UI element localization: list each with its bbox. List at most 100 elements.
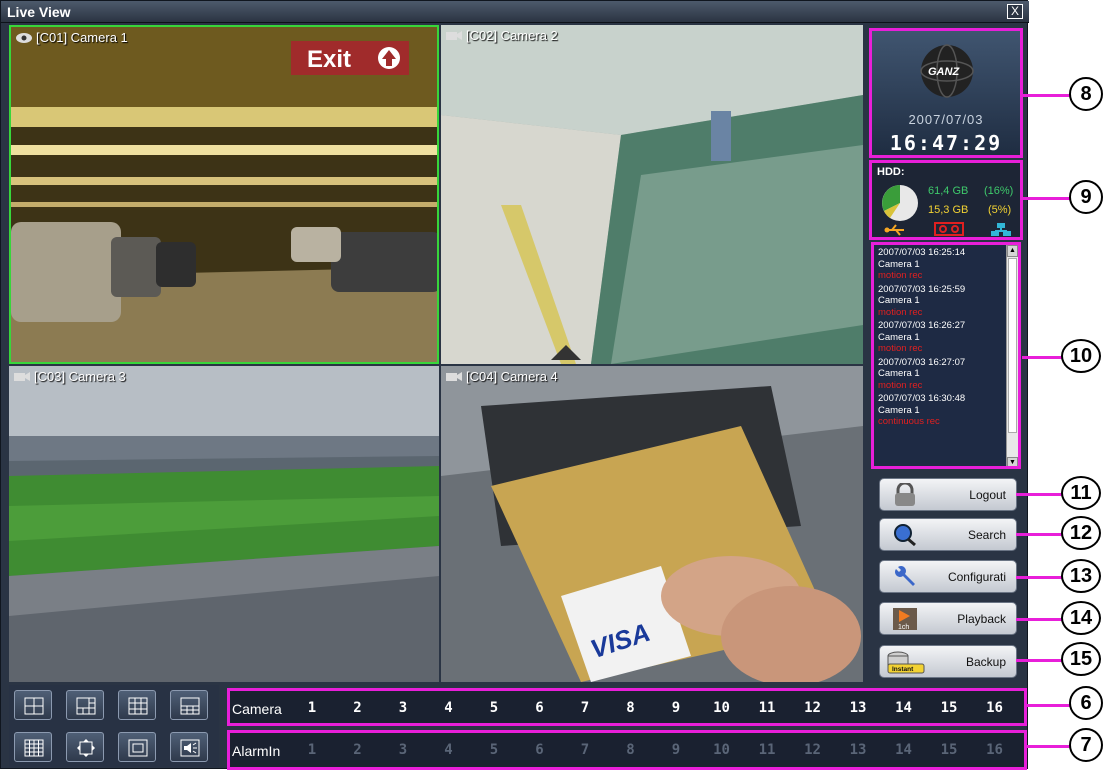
camera-view-1[interactable]: Exit [C01] Camera 1 <box>9 25 439 364</box>
scroll-down-arrow-icon[interactable]: ▼ <box>1007 457 1018 466</box>
camera-channel-15-button[interactable]: 15 <box>933 700 965 716</box>
layout-6-split-button[interactable] <box>66 690 104 720</box>
callout-13-leader <box>1016 576 1062 579</box>
wrench-icon <box>895 566 915 586</box>
hdd-row-2-pct: (5%) <box>988 204 1012 216</box>
sequence-button[interactable] <box>66 732 104 762</box>
alarm-in-3-button[interactable]: 3 <box>387 742 419 758</box>
event-event: motion rec <box>878 306 923 318</box>
camera-icon <box>14 372 30 381</box>
event-log-entry[interactable]: 2007/07/03 16:25:14 Camera 1 motion rec <box>874 247 1018 282</box>
event-log-entry[interactable]: 2007/07/03 16:25:59 Camera 1 motion rec <box>874 284 1018 319</box>
parking-garage-image: Exit <box>11 27 437 362</box>
camera-channel-6-button[interactable]: 6 <box>524 700 556 716</box>
title-bar: Live View <box>1 1 1029 23</box>
layout-4-split-button[interactable] <box>14 690 52 720</box>
camera-channel-4-button[interactable]: 4 <box>433 700 465 716</box>
logout-button[interactable]: Logout <box>879 478 1017 511</box>
event-log-entry[interactable]: 2007/07/03 16:30:48 Camera 1 continuous re… <box>874 393 1018 428</box>
camera-channel-3-button[interactable]: 3 <box>387 700 419 716</box>
callout-14-leader <box>1016 618 1062 621</box>
camera-channel-2-button[interactable]: 2 <box>342 700 374 716</box>
svg-text:1ch: 1ch <box>898 624 909 631</box>
camera-channel-5-button[interactable]: 5 <box>478 700 510 716</box>
live-view-window: Live View X Exit [C01] Camera 1 [C02] Ca… <box>0 0 1029 770</box>
callout-11-leader <box>1016 493 1062 496</box>
event-event: motion rec <box>878 270 923 281</box>
camera-channel-14-button[interactable]: 14 <box>888 700 920 716</box>
configuration-button[interactable]: Configurati <box>879 560 1017 593</box>
playback-button[interactable]: 1ch Playback <box>879 602 1017 635</box>
callout-8: 8 <box>1069 77 1103 111</box>
callout-7-leader <box>1026 745 1072 748</box>
audio-button[interactable] <box>170 732 208 762</box>
alarm-in-9-button[interactable]: 9 <box>660 742 692 758</box>
camera-channel-11-button[interactable]: 11 <box>751 700 783 716</box>
hdd-status-panel: HDD: 61,4 GB (16%) 15,3 GB (5%) <box>869 160 1023 240</box>
alarm-in-11-button[interactable]: 11 <box>751 742 783 758</box>
event-log[interactable]: 2007/07/03 16:25:14 Camera 1 motion rec 200… <box>871 242 1021 469</box>
event-camera: Camera 1 <box>878 368 920 379</box>
scroll-up-arrow-icon[interactable]: ▲ <box>1007 245 1018 257</box>
layout-16-split-button[interactable] <box>14 732 52 762</box>
camera-channel-9-button[interactable]: 9 <box>660 700 692 716</box>
camera-channel-1-button[interactable]: 1 <box>296 700 328 716</box>
backup-button[interactable]: Instant Backup <box>879 645 1017 678</box>
alarm-in-7-button[interactable]: 7 <box>569 742 601 758</box>
alarm-in-1-button[interactable]: 1 <box>296 742 328 758</box>
close-button[interactable]: X <box>1007 4 1023 19</box>
search-button[interactable]: Search <box>879 518 1017 551</box>
alarm-in-10-button[interactable]: 10 <box>706 742 738 758</box>
fullscreen-icon <box>128 739 148 757</box>
camera-4-label: [C04] Camera 4 <box>445 369 558 384</box>
camera-icon <box>446 372 462 381</box>
camera-strip-label: Camera <box>232 701 282 717</box>
callout-10-leader <box>1022 356 1062 359</box>
event-camera: Camera 1 <box>878 258 920 270</box>
playback-icon: 1ch <box>893 608 917 631</box>
camera-channel-12-button[interactable]: 12 <box>797 700 829 716</box>
alarm-in-6-button[interactable]: 6 <box>524 742 556 758</box>
camera-view-2[interactable]: [C02] Camera 2 <box>441 25 863 364</box>
event-log-scrollbar[interactable]: ▲ ▼ <box>1006 245 1018 466</box>
layout-9-split-button[interactable] <box>118 690 156 720</box>
callout-9-leader <box>1022 197 1076 200</box>
stadium-image <box>9 366 439 682</box>
camera-channel-13-button[interactable]: 13 <box>842 700 874 716</box>
camera-view-4[interactable]: VISA [C04] Camera 4 <box>441 366 863 682</box>
alarm-strip-label: AlarmIn <box>232 743 281 759</box>
camera-channel-8-button[interactable]: 8 <box>615 700 647 716</box>
camera-icon <box>446 31 462 40</box>
alarm-in-8-button[interactable]: 8 <box>615 742 647 758</box>
grid-2x2-icon <box>24 697 44 715</box>
camera-select-strip: Camera 1 2 3 4 5 6 7 8 9 10 11 12 13 14 15 16 <box>227 688 1027 726</box>
callout-12: 12 <box>1061 516 1101 550</box>
alarm-in-4-button[interactable]: 4 <box>433 742 465 758</box>
alarm-in-12-button[interactable]: 12 <box>797 742 829 758</box>
camera-channel-7-button[interactable]: 7 <box>569 700 601 716</box>
alarm-in-15-button[interactable]: 15 <box>933 742 965 758</box>
camera-channel-10-button[interactable]: 10 <box>706 700 738 716</box>
alarm-in-2-button[interactable]: 2 <box>342 742 374 758</box>
alarm-in-14-button[interactable]: 14 <box>888 742 920 758</box>
callout-14: 14 <box>1061 601 1101 635</box>
event-time: 2007/07/03 16:30:48 <box>878 393 966 404</box>
hdd-row-2-size: 15,3 GB <box>928 204 969 216</box>
event-time: 2007/07/03 16:27:07 <box>878 356 966 368</box>
callout-9: 9 <box>1069 180 1103 214</box>
padlock-icon <box>895 483 915 506</box>
camera-2-label: [C02] Camera 2 <box>445 28 558 43</box>
alarm-in-5-button[interactable]: 5 <box>478 742 510 758</box>
scroll-thumb[interactable] <box>1008 258 1017 433</box>
camera-view-3[interactable]: [C03] Camera 3 <box>9 366 439 682</box>
event-log-entry[interactable]: 2007/07/03 16:27:07 Camera 1 motion rec <box>874 357 1018 392</box>
alarm-in-13-button[interactable]: 13 <box>842 742 874 758</box>
event-log-entry[interactable]: 2007/07/03 16:26:27 Camera 1 motion rec <box>874 320 1018 355</box>
event-log-list: 2007/07/03 16:25:14 Camera 1 motion rec 200… <box>874 247 1018 428</box>
camera-channel-16-button[interactable]: 16 <box>979 700 1011 716</box>
layout-10-split-button[interactable] <box>170 690 208 720</box>
callout-8-leader <box>1022 94 1076 97</box>
fullscreen-button[interactable] <box>118 732 156 762</box>
alarm-in-16-button[interactable]: 16 <box>979 742 1011 758</box>
event-event: motion rec <box>878 379 923 391</box>
